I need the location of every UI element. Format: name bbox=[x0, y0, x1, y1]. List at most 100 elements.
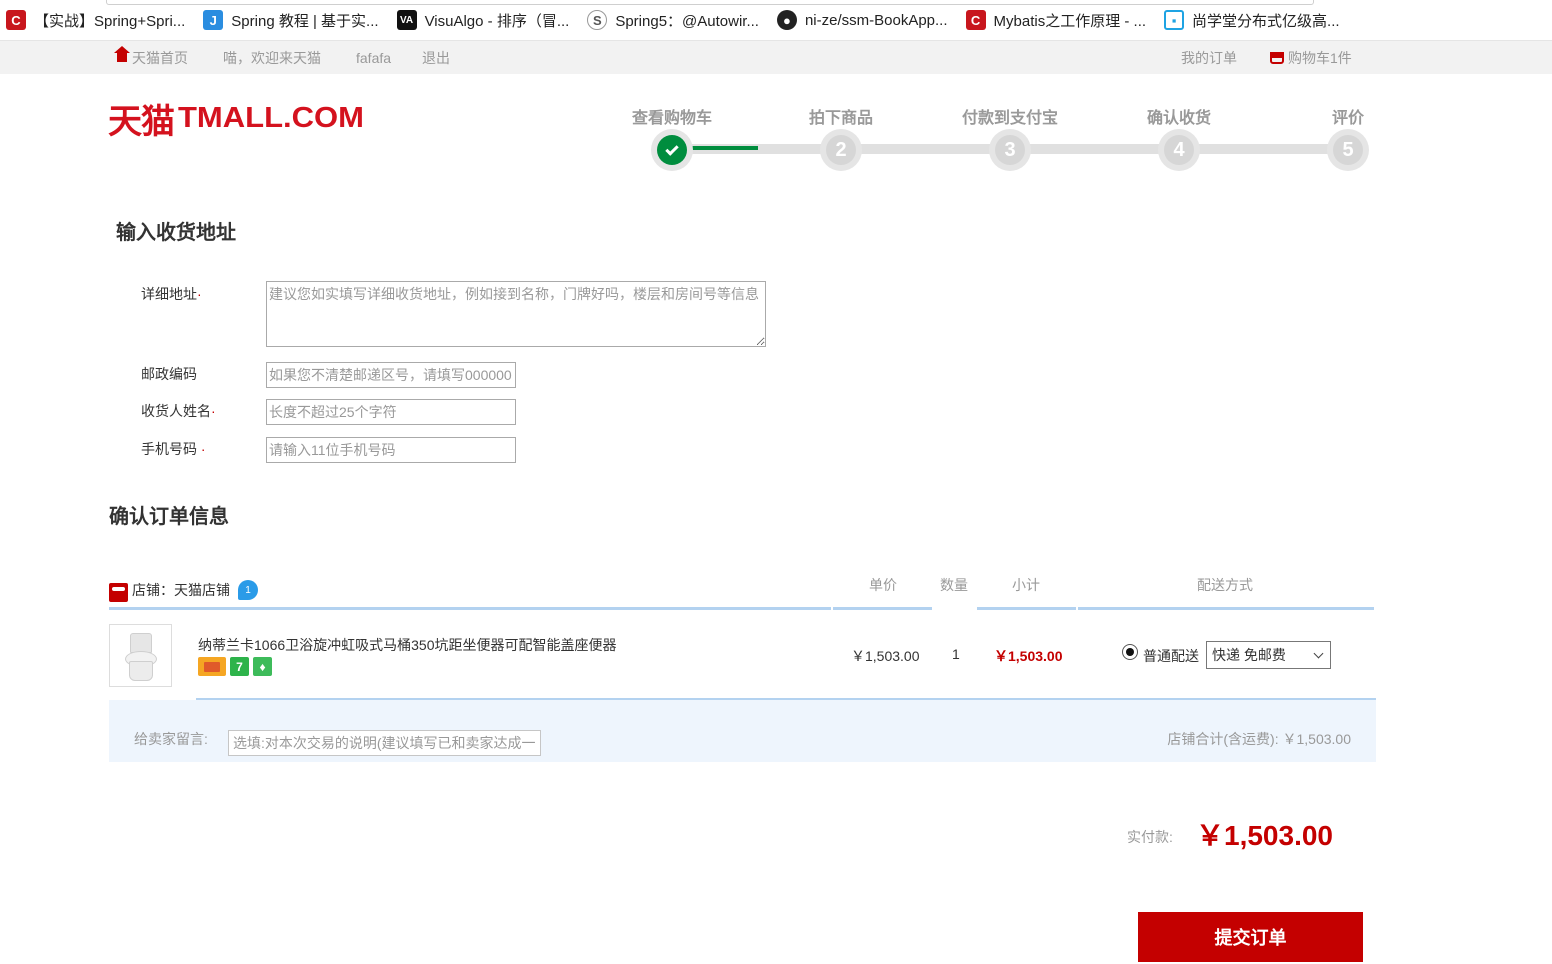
my-orders-link[interactable]: 我的订单 bbox=[1181, 41, 1237, 75]
col-subtotal: 小计 bbox=[1012, 577, 1040, 593]
home-label: 天猫首页 bbox=[132, 50, 188, 66]
toilet-tank bbox=[130, 633, 152, 653]
logo-en: TMALL.COM bbox=[178, 101, 364, 134]
check-icon bbox=[665, 141, 679, 156]
bookmark-label: ni-ze/ssm-BookApp... bbox=[804, 11, 948, 29]
bookmark-label: 尚学堂分布式亿级高... bbox=[1192, 12, 1340, 30]
step-label: 付款到支付宝 bbox=[961, 110, 1059, 127]
jianshu-icon: J bbox=[203, 10, 224, 30]
username-link[interactable]: fafafa bbox=[356, 41, 391, 75]
header-divider bbox=[977, 607, 1076, 610]
step-label: 评价 bbox=[1331, 110, 1365, 127]
wangwang-chat-icon[interactable]: 1 bbox=[238, 580, 258, 600]
home-icon bbox=[114, 46, 130, 64]
step-circle: 5 bbox=[1327, 129, 1369, 171]
step-label: 查看购物车 bbox=[631, 110, 713, 127]
cart-icon bbox=[1270, 52, 1284, 64]
bookmark-label: Spring5：@Autowir... bbox=[615, 12, 759, 30]
required-mark: · bbox=[197, 286, 202, 302]
required-mark: · bbox=[200, 441, 206, 457]
detail-address-input[interactable] bbox=[266, 281, 766, 347]
seller-message-input[interactable] bbox=[228, 730, 541, 756]
submit-order-button[interactable]: 提交订单 bbox=[1138, 912, 1363, 962]
step-circle: 4 bbox=[1158, 129, 1200, 171]
bookmarks-bar: C 【实战】Spring+Spri... J Spring 教程 | 基于实..… bbox=[0, 0, 1552, 40]
shop-total: 店铺合计(含运费): ￥1,503.00 bbox=[1167, 731, 1351, 747]
header-divider bbox=[833, 607, 932, 610]
step-circle: 3 bbox=[989, 129, 1031, 171]
delivery-radio[interactable] bbox=[1122, 644, 1138, 660]
bookmark-item[interactable]: ▪ 尚学堂分布式亿级高... bbox=[1164, 0, 1340, 40]
quantity-value: 1 bbox=[952, 646, 960, 662]
logout-link[interactable]: 退出 bbox=[422, 41, 450, 75]
col-unit-price: 单价 bbox=[869, 577, 897, 593]
col-quantity: 数量 bbox=[940, 577, 968, 593]
step-number: 4 bbox=[1164, 135, 1194, 165]
required-mark: · bbox=[211, 403, 216, 419]
bookmark-item[interactable]: S Spring5：@Autowir... bbox=[587, 0, 759, 40]
postcode-label: 邮政编码 bbox=[141, 366, 197, 382]
receiver-name-label: 收货人姓名· bbox=[141, 401, 216, 421]
label-text: 详细地址 bbox=[141, 286, 197, 302]
delivery-select[interactable]: 快递 免邮费 bbox=[1206, 641, 1331, 669]
receiver-name-input[interactable] bbox=[266, 399, 516, 425]
credit-card-icon bbox=[198, 657, 226, 676]
home-link[interactable]: 天猫首页 bbox=[114, 41, 188, 75]
service-badges: 7 ♦ bbox=[198, 657, 272, 676]
toilet-base bbox=[129, 661, 153, 681]
bookmark-item[interactable]: C 【实战】Spring+Spri... bbox=[6, 0, 185, 40]
bookmark-label: 【实战】Spring+Spri... bbox=[34, 12, 186, 30]
unit-price-value: ￥1,503.00 bbox=[851, 648, 920, 664]
delivery-select-value: 快递 免邮费 bbox=[1212, 647, 1286, 663]
shop-name: 店铺：天猫店铺 bbox=[132, 582, 230, 598]
col-delivery: 配送方式 bbox=[1197, 577, 1253, 593]
delivery-option-label: 普通配送 bbox=[1143, 648, 1199, 664]
tmall-logo[interactable]: 天猫 TMALL.COM bbox=[108, 98, 364, 140]
csdn-icon: C bbox=[965, 10, 986, 30]
bookmark-label: VisuAlgo - 排序（冒... bbox=[424, 12, 570, 30]
product-name-link[interactable]: 纳蒂兰卡1066卫浴旋冲虹吸式马桶350坑距坐便器可配智能盖座便器 bbox=[198, 635, 617, 655]
product-image[interactable] bbox=[109, 624, 172, 687]
step-label: 拍下商品 bbox=[808, 110, 874, 127]
order-progress: 查看购物车 拍下商品 付款到支付宝 确认收货 评价 2 3 4 5 bbox=[600, 100, 1400, 180]
step-label: 确认收货 bbox=[1146, 110, 1212, 127]
bilibili-icon: ▪ bbox=[1164, 10, 1185, 30]
chevron-down-icon bbox=[1313, 648, 1324, 659]
guarantee-icon: ♦ bbox=[253, 657, 272, 676]
welcome-text: 喵，欢迎来天猫 bbox=[223, 50, 321, 66]
step-circle: 2 bbox=[820, 129, 862, 171]
shop-info: 店铺：天猫店铺 1 bbox=[109, 578, 258, 602]
subtotal-value: ￥1,503.00 bbox=[994, 648, 1063, 664]
visualgo-icon: VA bbox=[396, 10, 417, 30]
bookmark-item[interactable]: J Spring 教程 | 基于实... bbox=[203, 0, 379, 40]
cart-label: 购物车1件 bbox=[1288, 50, 1352, 66]
detail-address-label: 详细地址· bbox=[141, 284, 202, 304]
payment-amount: ￥1,503.00 bbox=[1196, 820, 1333, 851]
bookmark-item[interactable]: C Mybatis之工作原理 - ... bbox=[965, 0, 1147, 40]
payment-label: 实付款: bbox=[1127, 829, 1173, 845]
spring-icon: S bbox=[587, 10, 608, 30]
header-divider bbox=[1078, 607, 1374, 610]
csdn-icon: C bbox=[6, 10, 26, 30]
bookmark-item[interactable]: VA VisuAlgo - 排序（冒... bbox=[396, 0, 570, 40]
step-number: 3 bbox=[995, 135, 1025, 165]
message-label: 给卖家留言: bbox=[134, 731, 208, 747]
step-number: 5 bbox=[1333, 135, 1363, 165]
logo-cn: 天猫 bbox=[108, 102, 175, 141]
label-text: 手机号码 bbox=[141, 441, 197, 457]
phone-input[interactable] bbox=[266, 437, 516, 463]
step-circle-done bbox=[651, 129, 693, 171]
seven-day-return-icon: 7 bbox=[230, 657, 249, 676]
phone-label: 手机号码 · bbox=[141, 439, 206, 459]
address-section-title: 输入收货地址 bbox=[116, 222, 236, 244]
github-icon: ● bbox=[776, 10, 797, 30]
bookmark-item[interactable]: ● ni-ze/ssm-BookApp... bbox=[776, 0, 948, 40]
tmall-shop-icon bbox=[109, 582, 128, 602]
cart-link[interactable]: 购物车1件 bbox=[1270, 41, 1352, 75]
address-bar-edge bbox=[106, 0, 1314, 5]
top-nav: 天猫首页 喵，欢迎来天猫 fafafa 退出 我的订单 购物车1件 bbox=[0, 40, 1552, 74]
bookmark-label: Spring 教程 | 基于实... bbox=[231, 12, 379, 30]
bookmark-label: Mybatis之工作原理 - ... bbox=[993, 12, 1147, 30]
label-text: 收货人姓名 bbox=[141, 403, 211, 419]
postcode-input[interactable] bbox=[266, 362, 516, 388]
